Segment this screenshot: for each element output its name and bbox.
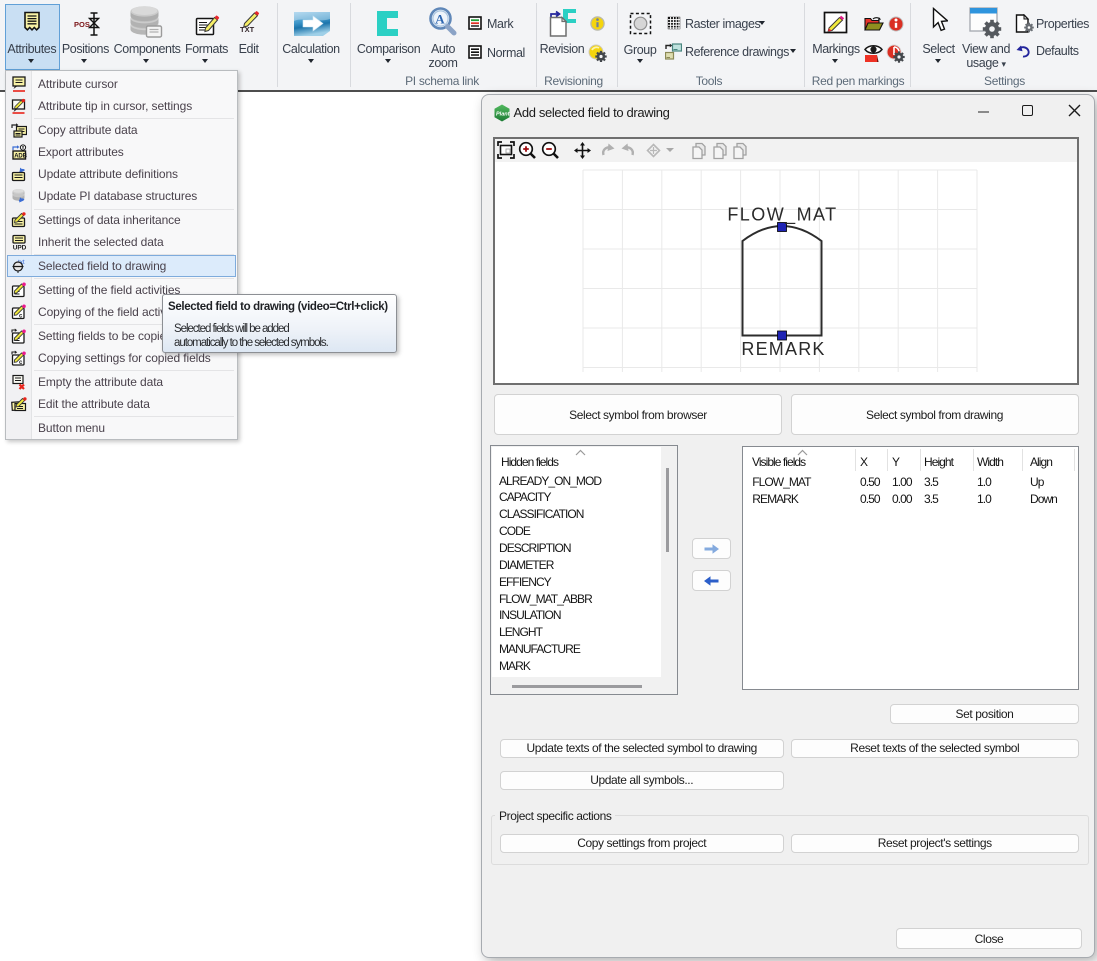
svg-text:POS: POS [74, 20, 90, 29]
svg-text:Plant: Plant [496, 112, 511, 118]
svg-text:FLOW_MAT: FLOW_MAT [727, 205, 837, 226]
svg-text:REMARK: REMARK [741, 339, 825, 359]
svg-text:A: A [435, 12, 445, 27]
svg-text:UPD: UPD [13, 244, 27, 250]
svg-text:ADB: ADB [14, 153, 27, 159]
svg-text:TXT: TXT [240, 25, 255, 34]
